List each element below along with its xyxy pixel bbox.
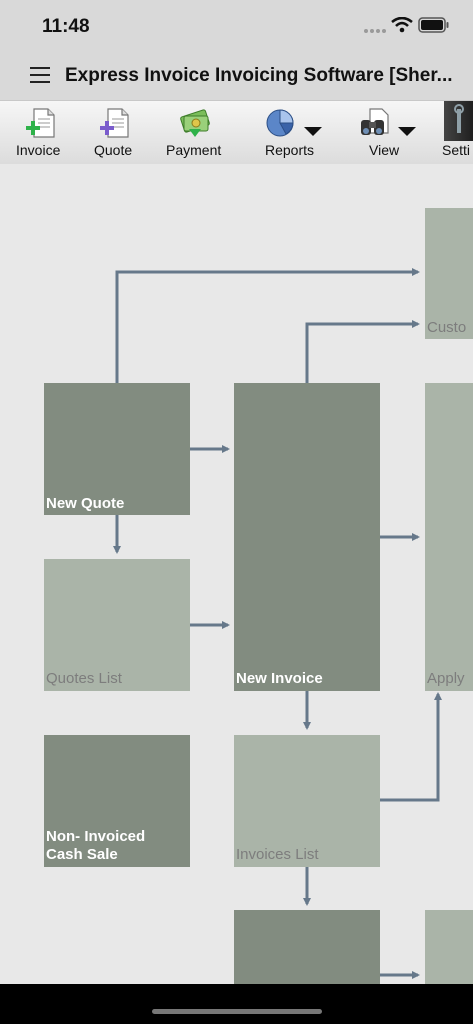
payment-icon — [180, 109, 210, 137]
payment-label: Payment — [166, 142, 222, 158]
invoices-list-box[interactable]: Invoices List — [234, 735, 380, 867]
customers-box[interactable]: Custo — [425, 208, 473, 339]
new-quote-label: New Quote — [46, 495, 125, 512]
reports-button[interactable]: Reports — [258, 101, 328, 164]
view-button[interactable]: View — [356, 101, 420, 164]
toolbar: Invoice Quote Payment Reports View Setti — [0, 100, 473, 165]
quote-label: Quote — [94, 142, 133, 158]
reports-dropdown-icon[interactable] — [304, 127, 322, 136]
home-indicator[interactable] — [152, 1009, 322, 1014]
non-invoiced-line2: Cash Sale — [46, 846, 118, 863]
customers-label: Custo — [427, 319, 467, 336]
reports-label: Reports — [265, 142, 315, 158]
view-dropdown-icon[interactable] — [398, 127, 416, 136]
menu-icon[interactable] — [30, 67, 50, 83]
non-invoiced-line1: Non- Invoiced — [46, 828, 146, 845]
binoculars-icon — [361, 108, 389, 135]
reports-pie-icon — [266, 109, 294, 137]
new-invoice-icon — [26, 108, 55, 138]
battery-icon — [418, 17, 449, 33]
non-invoiced-label: Non- Invoiced Cash Sale — [46, 828, 145, 864]
payment-button[interactable]: Payment — [160, 101, 230, 164]
bottom-left-box[interactable] — [234, 910, 380, 984]
wifi-icon — [391, 17, 413, 33]
non-invoiced-cash-sale-box[interactable]: Non- Invoiced Cash Sale — [44, 735, 190, 867]
window-title: Express Invoice Invoicing Software [Sher… — [65, 65, 453, 86]
new-quote-icon — [100, 108, 129, 138]
apply-label: Apply — [427, 670, 465, 687]
settings-label: Setti — [442, 142, 471, 158]
status-time: 11:48 — [42, 16, 90, 37]
invoices-list-label: Invoices List — [236, 846, 319, 863]
quotes-list-label: Quotes List — [46, 670, 122, 687]
settings-button[interactable]: Setti — [440, 101, 473, 164]
invoice-button[interactable]: Invoice — [0, 101, 78, 164]
settings-icon — [444, 101, 473, 141]
new-invoice-box[interactable]: New Invoice — [234, 383, 380, 691]
new-quote-box[interactable]: New Quote — [44, 383, 190, 515]
view-label: View — [369, 142, 400, 158]
bottom-bar — [0, 984, 473, 1024]
apply-payment-box[interactable]: Apply — [425, 383, 473, 691]
invoice-label: Invoice — [16, 142, 61, 158]
bottom-right-box[interactable] — [425, 910, 473, 984]
new-invoice-label: New Invoice — [236, 670, 323, 687]
signal-icon — [364, 29, 386, 33]
workflow-canvas: Custo New Quote New Invoice Apply Quotes… — [0, 164, 473, 984]
quote-button[interactable]: Quote — [84, 101, 144, 164]
quotes-list-box[interactable]: Quotes List — [44, 559, 190, 691]
